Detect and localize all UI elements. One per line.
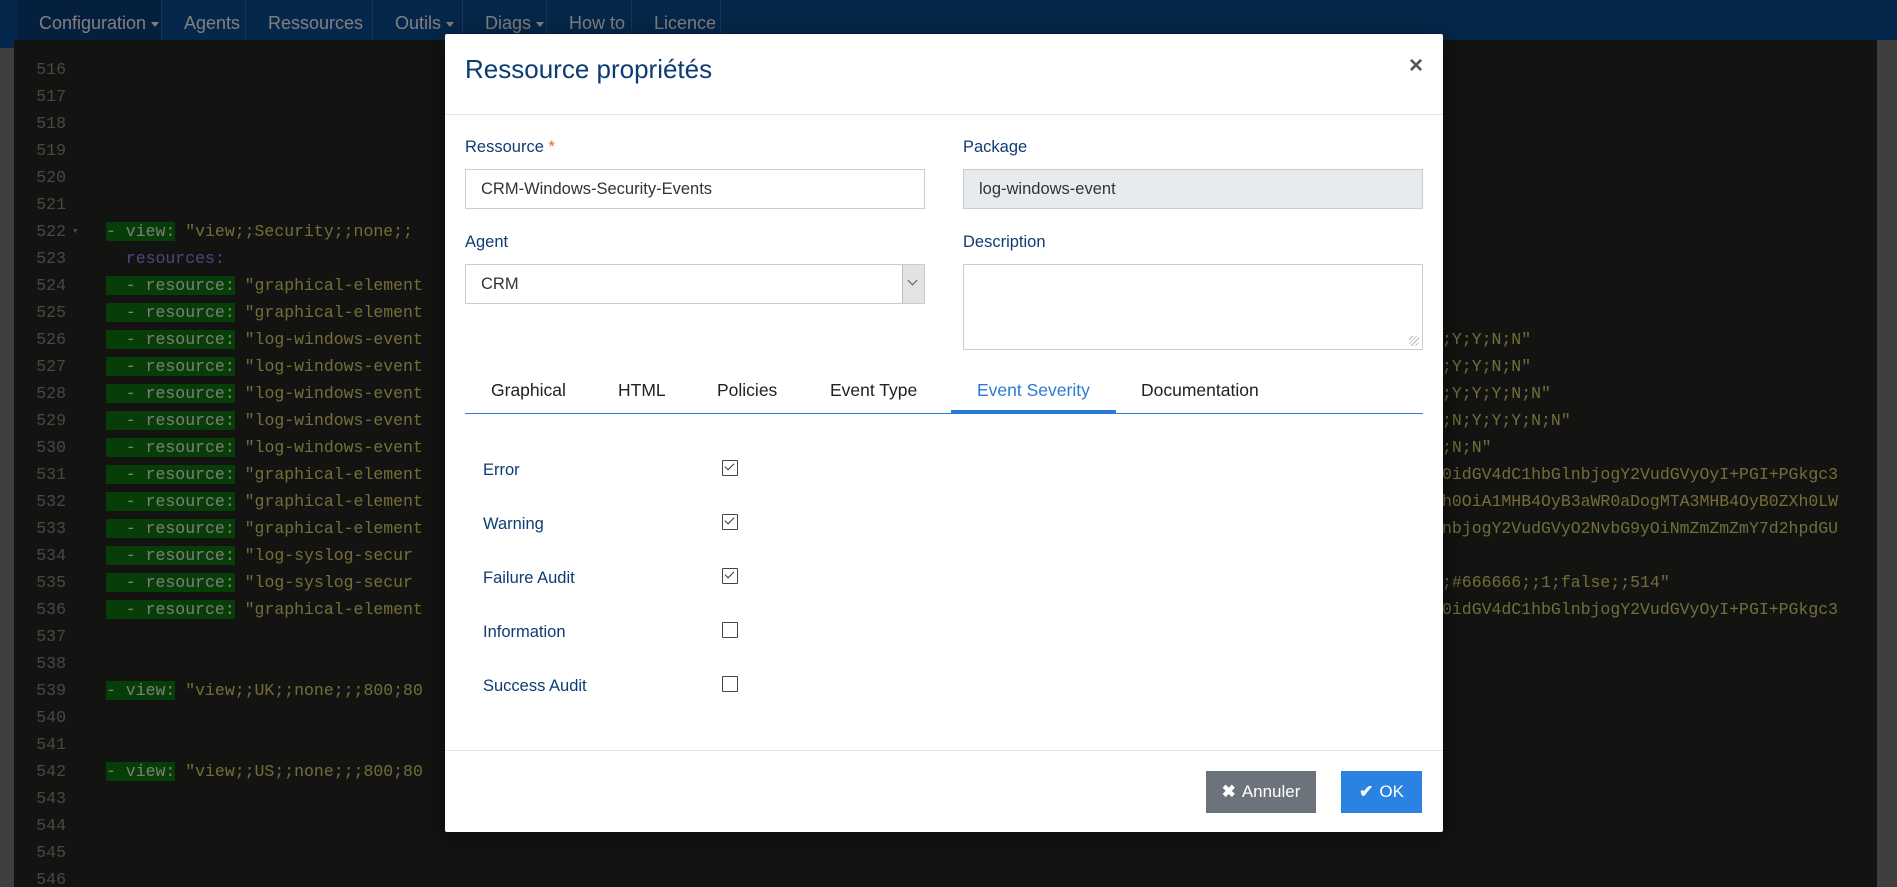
package-label: Package xyxy=(963,138,1028,156)
close-icon[interactable]: × xyxy=(1409,52,1423,80)
severity-success-audit-checkbox[interactable] xyxy=(722,676,738,692)
ok-button[interactable]: ✔ OK xyxy=(1341,771,1422,813)
severity-warning-label: Warning xyxy=(483,515,544,533)
severity-failure-audit-label: Failure Audit xyxy=(483,569,575,587)
tab-event-severity[interactable]: Event Severity xyxy=(951,367,1116,413)
modal-header: Ressource propriétés × xyxy=(445,34,1443,115)
required-mark: * xyxy=(548,138,555,156)
chevron-down-icon xyxy=(907,275,918,286)
description-textarea[interactable] xyxy=(963,264,1423,350)
resource-properties-dialog: Ressource propriétés × Ressource * CRM-W… xyxy=(445,34,1443,832)
check-icon: ✔ xyxy=(1359,782,1374,801)
close-icon: ✖ xyxy=(1221,782,1236,801)
package-input: log-windows-event xyxy=(963,169,1423,209)
agent-select[interactable]: CRM xyxy=(465,264,925,304)
severity-success-audit-label: Success Audit xyxy=(483,677,587,695)
modal-footer: ✖ Annuler ✔ OK xyxy=(445,750,1443,833)
description-label: Description xyxy=(963,233,1046,251)
cancel-button-label: Annuler xyxy=(1241,782,1301,801)
tab-graphical[interactable]: Graphical xyxy=(465,367,592,413)
severity-error-label: Error xyxy=(483,461,520,479)
agent-label: Agent xyxy=(465,233,509,251)
ok-button-label: OK xyxy=(1379,782,1404,801)
severity-information-label: Information xyxy=(483,623,566,641)
select-toggle-button[interactable] xyxy=(902,265,924,303)
ressource-input[interactable]: CRM-Windows-Security-Events xyxy=(465,169,925,209)
tab-documentation[interactable]: Documentation xyxy=(1115,367,1285,413)
severity-information-checkbox[interactable] xyxy=(722,622,738,638)
tab-event-type[interactable]: Event Type xyxy=(804,367,943,413)
property-tabs: Graphical HTML Policies Event Type Event… xyxy=(465,367,1423,414)
severity-failure-audit-checkbox[interactable] xyxy=(722,568,738,584)
ressource-label: Ressource * xyxy=(465,138,555,157)
agent-select-value: CRM xyxy=(481,275,519,293)
tab-policies[interactable]: Policies xyxy=(691,367,803,413)
tab-html[interactable]: HTML xyxy=(592,367,692,413)
severity-error-checkbox[interactable] xyxy=(722,460,738,476)
resize-handle-icon[interactable] xyxy=(1409,336,1419,346)
ressource-label-text: Ressource xyxy=(465,138,544,156)
cancel-button[interactable]: ✖ Annuler xyxy=(1206,771,1316,813)
modal-title: Ressource propriétés xyxy=(465,54,713,84)
severity-warning-checkbox[interactable] xyxy=(722,514,738,530)
